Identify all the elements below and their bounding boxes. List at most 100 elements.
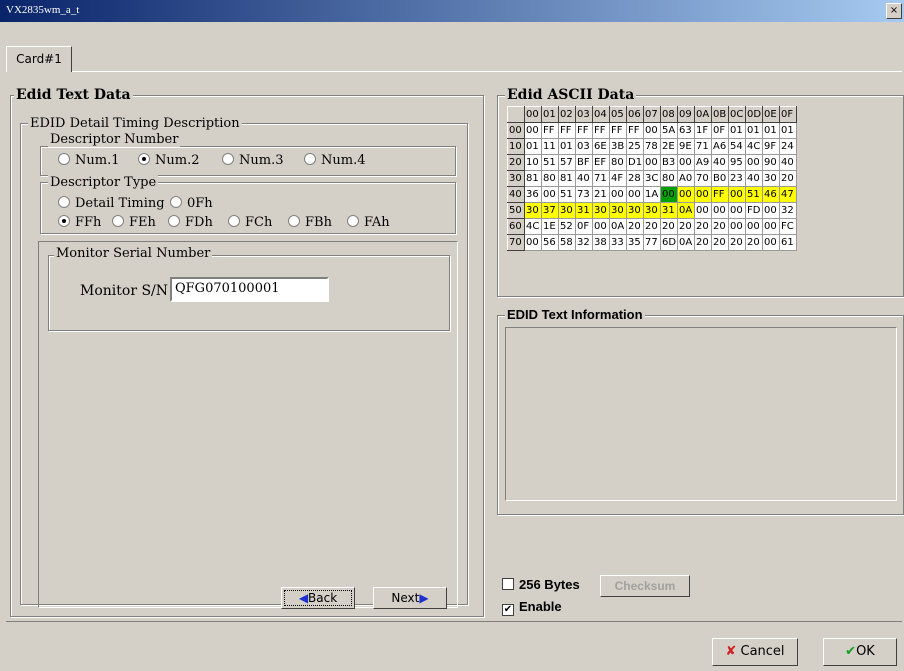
hex-cell[interactable]: 01 bbox=[745, 122, 763, 139]
hex-cell[interactable]: EF bbox=[592, 154, 610, 171]
hex-cell[interactable]: 0F bbox=[711, 122, 729, 139]
hex-cell[interactable]: 81 bbox=[558, 170, 576, 187]
hex-cell[interactable]: 40 bbox=[711, 154, 729, 171]
radio-fdh[interactable]: FDh bbox=[168, 215, 213, 230]
hex-cell[interactable]: 00 bbox=[762, 202, 780, 219]
hex-cell[interactable]: 00 bbox=[524, 234, 542, 251]
radio-num1[interactable]: Num.1 bbox=[58, 153, 119, 168]
hex-cell[interactable]: 3C bbox=[643, 170, 661, 187]
hex-cell[interactable]: 20 bbox=[745, 234, 763, 251]
hex-cell[interactable]: FF bbox=[592, 122, 610, 139]
hex-cell[interactable]: 51 bbox=[558, 186, 576, 203]
hex-cell[interactable]: 4F bbox=[609, 170, 627, 187]
checksum-button[interactable]: Checksum bbox=[600, 575, 690, 597]
hex-cell[interactable]: 58 bbox=[558, 234, 576, 251]
hex-cell[interactable]: 20 bbox=[626, 218, 644, 235]
cancel-button[interactable]: ✘ Cancel bbox=[712, 638, 798, 666]
hex-cell-highlighted[interactable]: 30 bbox=[524, 202, 542, 219]
hex-cell[interactable]: 81 bbox=[524, 170, 542, 187]
hex-cell[interactable]: 9F bbox=[762, 138, 780, 155]
hex-cell-highlighted[interactable]: 37 bbox=[541, 202, 559, 219]
hex-cell[interactable]: 20 bbox=[779, 170, 797, 187]
hex-cell[interactable]: 20 bbox=[728, 234, 746, 251]
hex-cell[interactable]: 56 bbox=[541, 234, 559, 251]
hex-cell[interactable]: 38 bbox=[592, 234, 610, 251]
hex-cell[interactable]: 95 bbox=[728, 154, 746, 171]
hex-cell[interactable]: 73 bbox=[575, 186, 593, 203]
hex-cell[interactable]: 00 bbox=[745, 154, 763, 171]
hex-cell-highlighted[interactable]: 31 bbox=[660, 202, 678, 219]
hex-cell[interactable]: 00 bbox=[762, 218, 780, 235]
hex-cell[interactable]: 32 bbox=[575, 234, 593, 251]
hex-cell-highlighted[interactable]: 46 bbox=[762, 186, 780, 203]
hex-cell[interactable]: 20 bbox=[711, 234, 729, 251]
hex-cell[interactable]: 1E bbox=[541, 218, 559, 235]
hex-cell[interactable]: 20 bbox=[694, 218, 712, 235]
hex-cell[interactable]: 4C bbox=[524, 218, 542, 235]
hex-cell[interactable]: 4C bbox=[745, 138, 763, 155]
hex-cell[interactable]: 40 bbox=[779, 154, 797, 171]
radio-detail-timing[interactable]: Detail Timing bbox=[58, 196, 165, 211]
hex-cell[interactable]: 23 bbox=[728, 170, 746, 187]
hex-cell[interactable]: 00 bbox=[626, 186, 644, 203]
radio-num2[interactable]: Num.2 bbox=[138, 153, 199, 168]
hex-cell-highlighted[interactable]: 0A bbox=[677, 202, 695, 219]
hex-cell[interactable]: 36 bbox=[524, 186, 542, 203]
hex-cell-highlighted[interactable]: 30 bbox=[592, 202, 610, 219]
hex-cell[interactable]: 00 bbox=[609, 186, 627, 203]
hex-cell[interactable]: 54 bbox=[728, 138, 746, 155]
hex-cell[interactable]: 20 bbox=[643, 218, 661, 235]
hex-cell-highlighted[interactable]: 31 bbox=[575, 202, 593, 219]
hex-cell[interactable]: 00 bbox=[745, 218, 763, 235]
hex-cell[interactable]: 30 bbox=[762, 170, 780, 187]
hex-cell[interactable]: 00 bbox=[711, 202, 729, 219]
hex-cell-highlighted[interactable]: 47 bbox=[779, 186, 797, 203]
hex-cell[interactable]: 00 bbox=[762, 234, 780, 251]
hex-cell[interactable]: 1F bbox=[694, 122, 712, 139]
radio-fah[interactable]: FAh bbox=[347, 215, 390, 230]
hex-cell[interactable]: 6E bbox=[592, 138, 610, 155]
hex-cell-highlighted[interactable]: 51 bbox=[745, 186, 763, 203]
next-button[interactable]: Next▶ bbox=[373, 587, 447, 609]
hex-cell[interactable]: 6D bbox=[660, 234, 678, 251]
hex-cell[interactable]: 77 bbox=[643, 234, 661, 251]
enable-checkbox[interactable]: ✔ Enable bbox=[502, 599, 562, 616]
hex-cell[interactable]: 0F bbox=[575, 218, 593, 235]
hex-cell-highlighted[interactable]: 00 bbox=[677, 186, 695, 203]
hex-cell[interactable]: 2E bbox=[660, 138, 678, 155]
hex-cell[interactable]: 40 bbox=[745, 170, 763, 187]
hex-cell[interactable]: 10 bbox=[524, 154, 542, 171]
hex-cell[interactable]: 01 bbox=[728, 122, 746, 139]
radio-feh[interactable]: FEh bbox=[112, 215, 156, 230]
hex-cell[interactable]: 9E bbox=[677, 138, 695, 155]
hex-cell[interactable]: 00 bbox=[643, 122, 661, 139]
hex-cell[interactable]: 78 bbox=[643, 138, 661, 155]
hex-cell[interactable]: 80 bbox=[541, 170, 559, 187]
hex-cell[interactable]: 00 bbox=[524, 122, 542, 139]
tab-card1[interactable]: Card#1 bbox=[6, 46, 72, 72]
hex-cell[interactable]: 21 bbox=[592, 186, 610, 203]
hex-cell[interactable]: 20 bbox=[660, 218, 678, 235]
hex-cell[interactable]: 00 bbox=[728, 218, 746, 235]
hex-cell[interactable]: A0 bbox=[677, 170, 695, 187]
monitor-sn-input[interactable]: QFG070100001 bbox=[170, 277, 329, 302]
hex-cell[interactable]: A6 bbox=[711, 138, 729, 155]
radio-num3[interactable]: Num.3 bbox=[222, 153, 283, 168]
radio-fch[interactable]: FCh bbox=[228, 215, 272, 230]
hex-cell-highlighted[interactable]: 30 bbox=[558, 202, 576, 219]
hex-cell[interactable]: 11 bbox=[541, 138, 559, 155]
hex-cell[interactable]: 71 bbox=[694, 138, 712, 155]
hex-cell[interactable]: 00 bbox=[677, 154, 695, 171]
hex-cell[interactable]: 32 bbox=[779, 202, 797, 219]
hex-cell[interactable]: 00 bbox=[592, 218, 610, 235]
hex-cell[interactable]: FF bbox=[575, 122, 593, 139]
hex-cell[interactable]: 35 bbox=[626, 234, 644, 251]
hex-cell[interactable]: 20 bbox=[711, 218, 729, 235]
hex-cell[interactable]: 51 bbox=[541, 154, 559, 171]
hex-cell[interactable]: 24 bbox=[779, 138, 797, 155]
hex-cell[interactable]: A9 bbox=[694, 154, 712, 171]
hex-cell-highlighted[interactable]: FF bbox=[711, 186, 729, 203]
hex-cell[interactable]: FC bbox=[779, 218, 797, 235]
ok-button[interactable]: ✔OK bbox=[823, 638, 897, 666]
hex-cell[interactable]: 40 bbox=[575, 170, 593, 187]
